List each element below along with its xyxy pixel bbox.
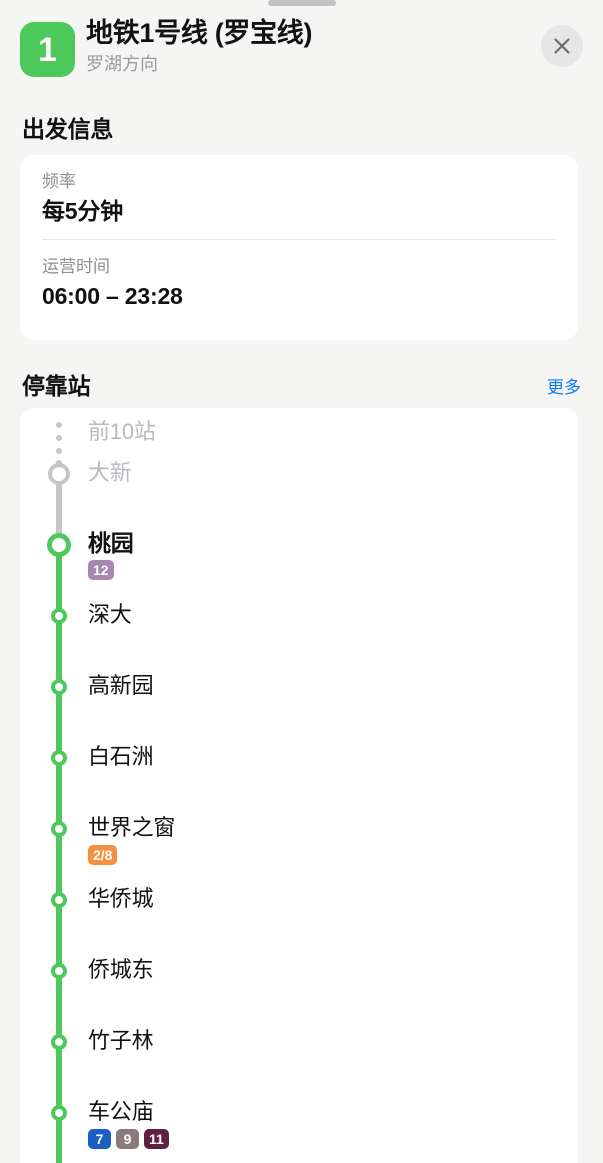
departure-section-title: 出发信息 (22, 116, 114, 142)
stop-marker-icon (51, 1105, 67, 1121)
line-number-label: 1 (38, 30, 57, 69)
timeline-rail-active (56, 545, 62, 1163)
stop-name-label: 大新 (88, 460, 132, 485)
stop-marker-icon (51, 892, 67, 908)
transfer-line-badges: 2/8 (88, 845, 118, 865)
stop-name-label: 白石洲 (88, 744, 154, 769)
close-icon (553, 37, 571, 55)
route-direction-subtitle: 罗湖方向 (86, 54, 158, 74)
collapsed-stops-label[interactable]: 前10站 (88, 418, 156, 446)
transfer-line-badge: 11 (144, 1129, 169, 1149)
stop-name-label: 华侨城 (88, 886, 154, 911)
stop-marker-icon (51, 1034, 67, 1050)
stop-name-label: 世界之窗 (88, 815, 176, 840)
stops-more-link[interactable]: 更多 (547, 373, 581, 398)
stop-marker-icon (51, 679, 67, 695)
operating-hours-label: 运营时间 (42, 257, 110, 276)
stop-marker-icon (48, 463, 70, 485)
drag-handle[interactable] (267, 0, 336, 6)
departure-info-card: 频率 每5分钟 运营时间 06:00 – 23:28 (20, 155, 578, 340)
page-title: 地铁1号线 (罗宝线) (86, 18, 313, 48)
transfer-line-badges: 7 9 11 (88, 1129, 169, 1149)
stop-name-label: 桃园 (88, 530, 134, 556)
collapsed-stops-dots-icon (56, 422, 62, 454)
stop-marker-icon (51, 821, 67, 837)
frequency-value: 每5分钟 (42, 198, 123, 224)
stop-marker-icon (51, 608, 67, 624)
route-title-block: 地铁1号线 (罗宝线) 罗湖方向 (86, 16, 516, 76)
transfer-line-badge: 7 (88, 1129, 111, 1149)
stops-card: 前10站 大新桃园 12 深大高新园白石洲世界之窗 2/8 华侨城侨城东竹子林车公庙 7 9… (20, 408, 578, 1163)
stop-name-label: 高新园 (88, 673, 154, 698)
stop-marker-icon (51, 750, 67, 766)
stop-marker-icon (47, 533, 71, 557)
route-header: 1 地铁1号线 (罗宝线) 罗湖方向 (0, 14, 603, 86)
sheet-drag-handle-area[interactable] (0, 0, 603, 12)
transfer-line-badge: 2/8 (88, 845, 118, 865)
stops-timeline: 前10站 大新桃园 12 深大高新园白石洲世界之窗 2/8 华侨城侨城东竹子林车公庙 7 9… (20, 408, 578, 1163)
stops-section-title: 停靠站 (22, 373, 91, 399)
frequency-label: 频率 (42, 172, 76, 191)
stop-name-label: 侨城东 (88, 957, 154, 982)
operating-hours-row: 运营时间 06:00 – 23:28 (20, 240, 578, 316)
line-number-badge: 1 (20, 22, 75, 77)
stop-name-label: 竹子林 (88, 1028, 154, 1053)
stop-name-label: 车公庙 (88, 1099, 154, 1124)
transfer-line-badge: 12 (88, 560, 114, 580)
frequency-row: 频率 每5分钟 (20, 155, 578, 231)
operating-hours-value: 06:00 – 23:28 (42, 283, 183, 309)
stop-marker-icon (51, 963, 67, 979)
close-button[interactable] (541, 25, 583, 67)
transfer-line-badge: 9 (116, 1129, 139, 1149)
transfer-line-badges: 12 (88, 560, 114, 580)
stop-name-label: 深大 (88, 602, 132, 627)
